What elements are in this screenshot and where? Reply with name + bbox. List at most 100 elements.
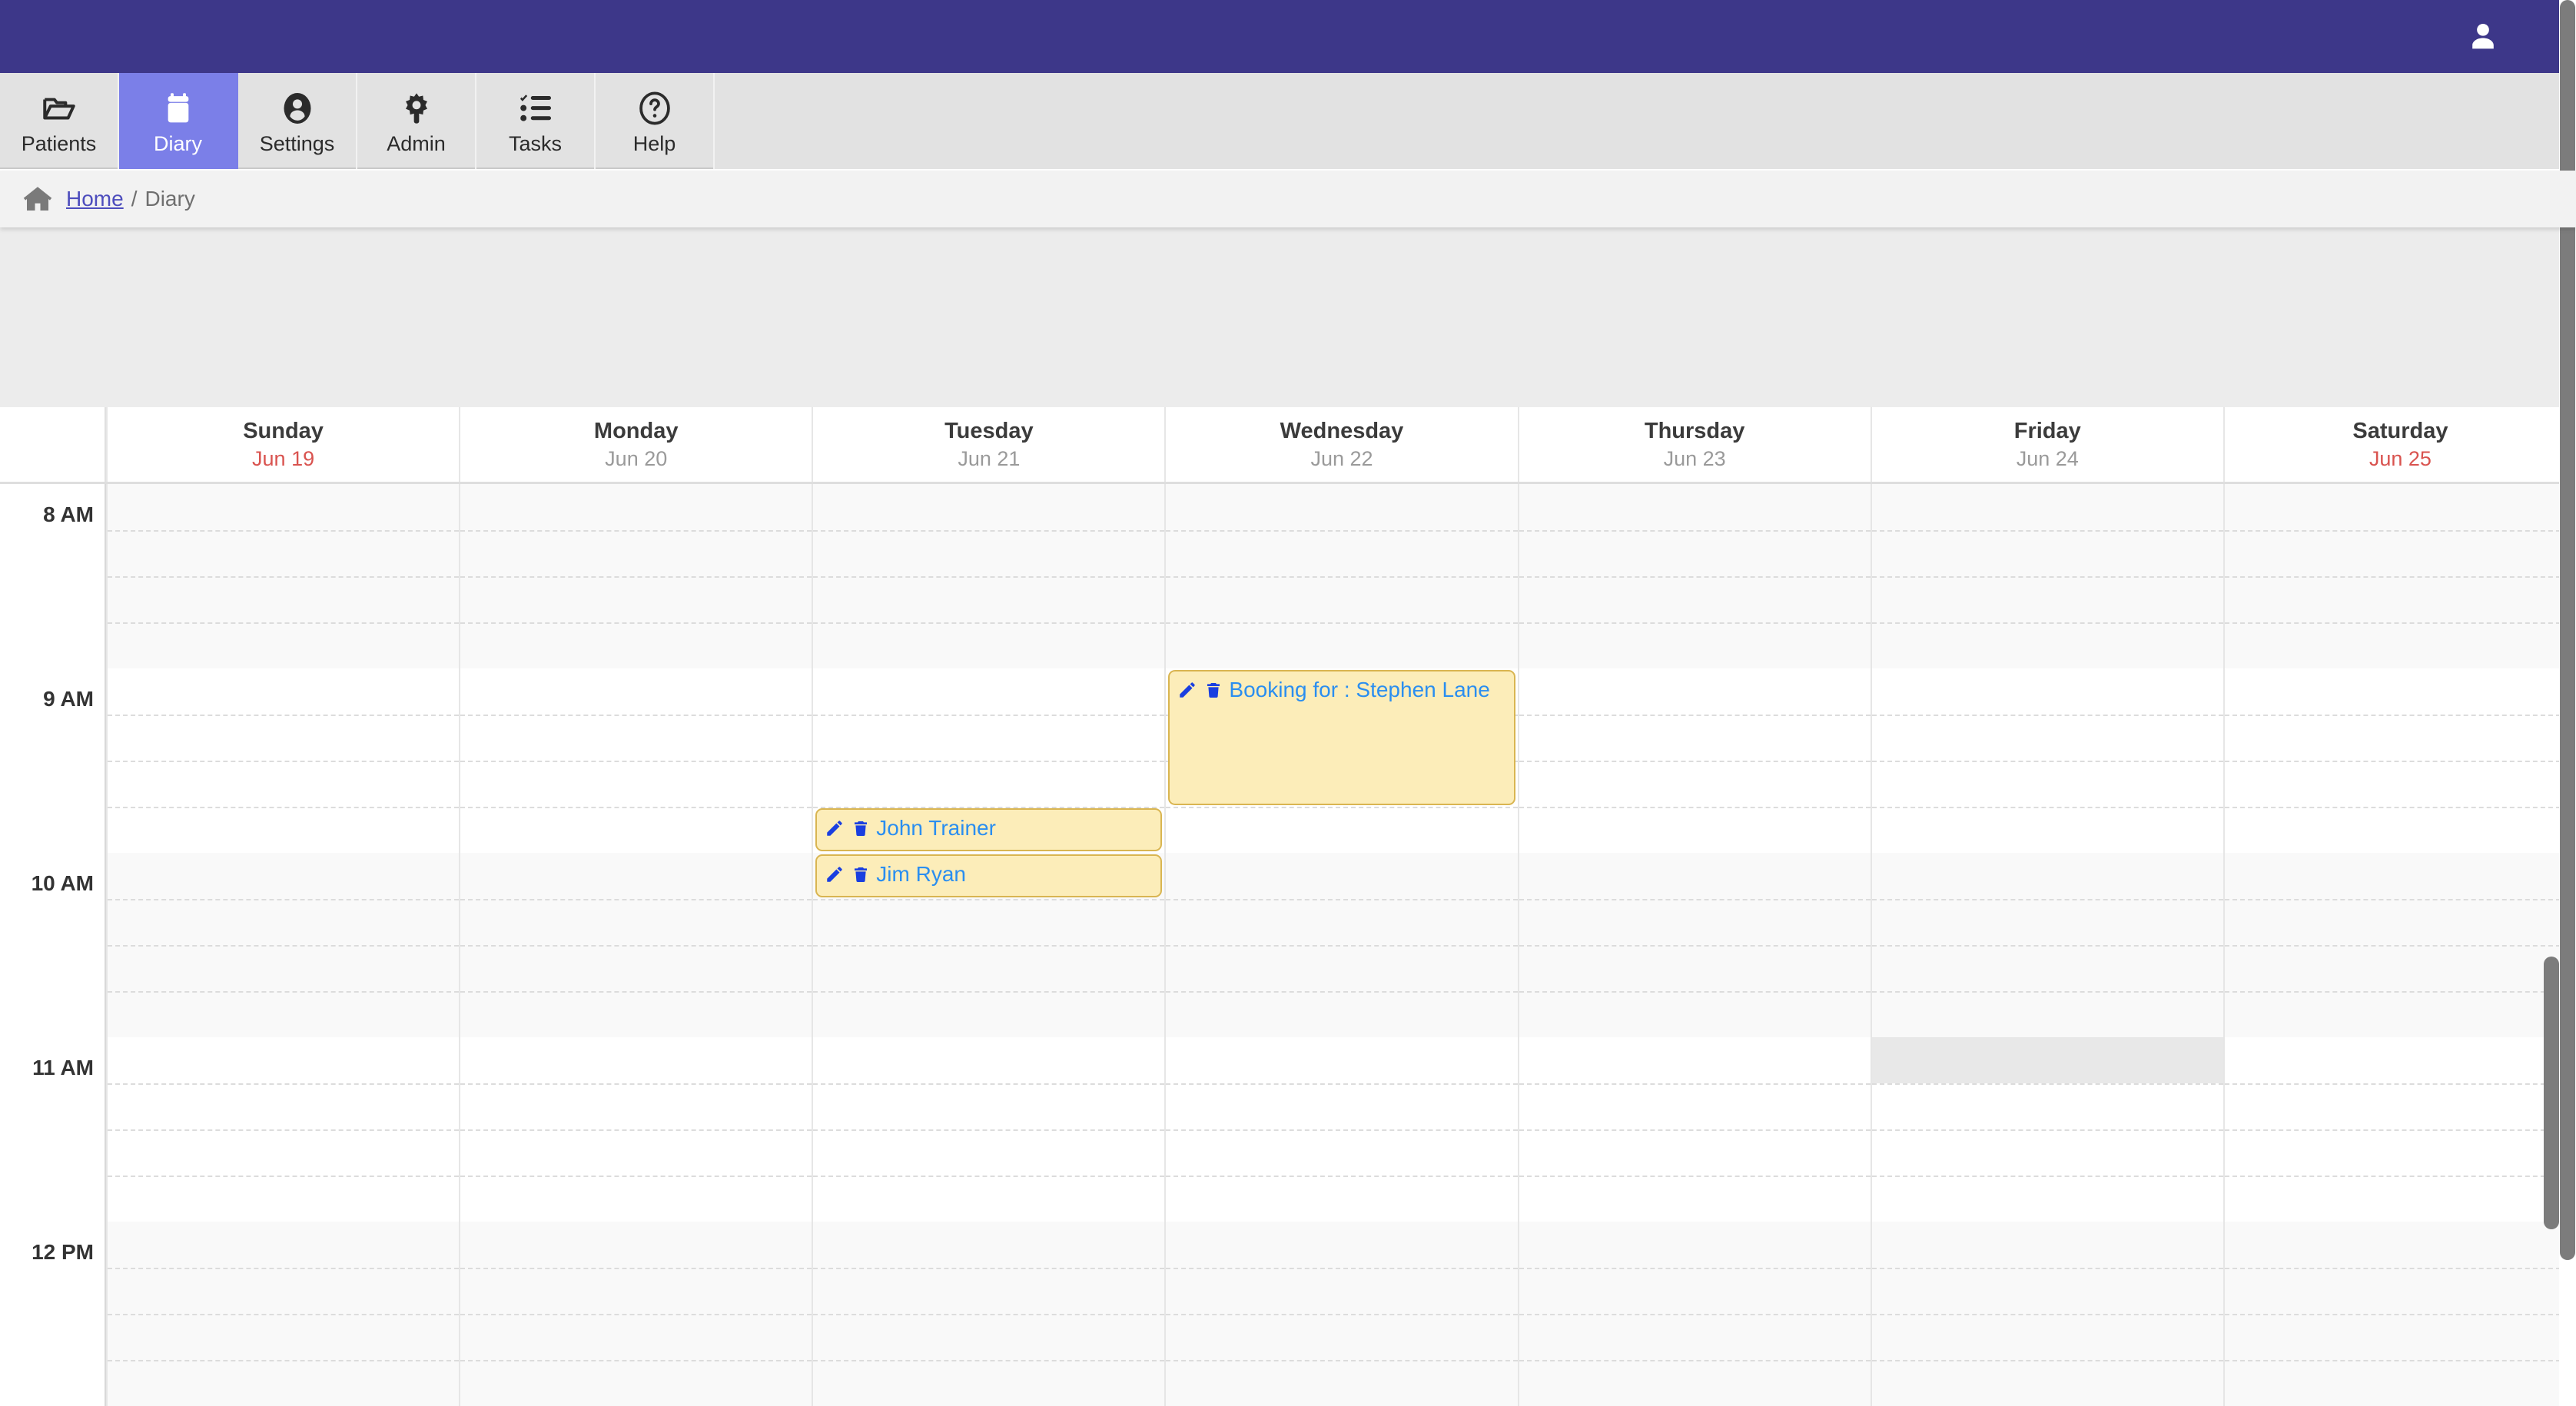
- hour-band[interactable]: [1871, 484, 2223, 668]
- hour-band[interactable]: [2224, 853, 2576, 1037]
- slot-divider: [460, 622, 812, 624]
- hour-band[interactable]: [1519, 484, 1871, 668]
- hour-band[interactable]: [460, 668, 812, 853]
- day-column-thursday[interactable]: [1517, 484, 1871, 1406]
- hour-band[interactable]: [108, 1222, 460, 1406]
- slot-divider: [1519, 807, 1871, 808]
- slot-divider: [1519, 1314, 1871, 1315]
- slot-divider: [1166, 1314, 1518, 1315]
- day-header-thursday[interactable]: Thursday Jun 23: [1517, 407, 1871, 482]
- hour-band[interactable]: [1166, 484, 1518, 668]
- hour-band[interactable]: [2224, 1037, 2576, 1222]
- nav-item-tasks[interactable]: Tasks: [476, 73, 596, 169]
- hour-band[interactable]: [813, 484, 1165, 668]
- day-column-saturday[interactable]: [2222, 484, 2576, 1406]
- slot-divider: [108, 1176, 460, 1177]
- slot-divider: [1519, 1129, 1871, 1131]
- nav-item-diary[interactable]: Diary: [119, 73, 238, 169]
- day-header-sunday[interactable]: Sunday Jun 19: [106, 407, 459, 482]
- calendar-event[interactable]: Booking for : Stephen Lane: [1168, 670, 1515, 805]
- pencil-icon[interactable]: [825, 818, 845, 838]
- slot-divider: [1871, 576, 2223, 578]
- slot-divider: [1166, 1129, 1518, 1131]
- trash-icon[interactable]: [1204, 680, 1223, 700]
- breadcrumb-home-link[interactable]: Home: [66, 187, 124, 211]
- hour-band[interactable]: [460, 853, 812, 1037]
- time-gutter-header: [0, 407, 106, 482]
- slot-divider: [813, 715, 1165, 716]
- day-header-tuesday[interactable]: Tuesday Jun 21: [812, 407, 1164, 482]
- slot-divider: [2224, 715, 2576, 716]
- calendar-scroll-body[interactable]: 8 AM 9 AM 10 AM 11 AM 12 PM John Trainer Jim …: [0, 484, 2576, 1406]
- highlighted-time-slot[interactable]: [1871, 1037, 2223, 1083]
- hour-band[interactable]: [1871, 1222, 2223, 1406]
- slot-divider: [813, 1176, 1165, 1177]
- day-date: Jun 22: [1310, 446, 1373, 470]
- day-header-saturday[interactable]: Saturday Jun 25: [2222, 407, 2576, 482]
- home-icon[interactable]: [22, 183, 54, 215]
- hour-band[interactable]: [2224, 484, 2576, 668]
- day-header-friday[interactable]: Friday Jun 24: [1870, 407, 2223, 482]
- slot-divider: [460, 945, 812, 947]
- hour-band[interactable]: [1519, 1037, 1871, 1222]
- nav-item-help[interactable]: Help: [596, 73, 715, 169]
- day-name: Thursday: [1644, 418, 1745, 443]
- day-column-monday[interactable]: [459, 484, 812, 1406]
- hour-band[interactable]: [108, 853, 460, 1037]
- hour-band[interactable]: [1519, 853, 1871, 1037]
- nav-item-settings[interactable]: Settings: [238, 73, 357, 169]
- hour-band[interactable]: [813, 1037, 1165, 1222]
- slot-divider: [2224, 991, 2576, 993]
- trash-icon[interactable]: [851, 818, 870, 838]
- gear-icon: [397, 88, 436, 129]
- event-actions: [825, 861, 870, 884]
- day-date: Jun 19: [252, 446, 315, 470]
- hour-band[interactable]: [460, 1222, 812, 1406]
- hour-band[interactable]: [2224, 668, 2576, 853]
- pencil-icon[interactable]: [1177, 680, 1197, 700]
- user-account-button[interactable]: [2456, 10, 2510, 64]
- hour-label: 9 AM: [43, 687, 94, 711]
- hour-band[interactable]: [1871, 853, 2223, 1037]
- slot-divider: [1166, 1268, 1518, 1269]
- hour-band[interactable]: [1519, 668, 1871, 853]
- slot-divider: [2224, 1360, 2576, 1361]
- hour-band[interactable]: [1166, 1222, 1518, 1406]
- hour-band[interactable]: [1519, 1222, 1871, 1406]
- event-title: Jim Ryan: [876, 862, 966, 886]
- nav-label-help: Help: [632, 132, 676, 155]
- calendar-event[interactable]: Jim Ryan: [815, 854, 1163, 897]
- nav-item-admin[interactable]: Admin: [357, 73, 476, 169]
- calendar-event[interactable]: John Trainer: [815, 808, 1163, 851]
- hour-band[interactable]: [813, 1222, 1165, 1406]
- hour-band[interactable]: [1166, 1037, 1518, 1222]
- calendar-vertical-scrollbar[interactable]: [2544, 957, 2559, 1229]
- pencil-icon[interactable]: [825, 864, 845, 884]
- hour-band[interactable]: [460, 484, 812, 668]
- slot-divider: [813, 945, 1165, 947]
- hour-band[interactable]: [1166, 853, 1518, 1037]
- trash-icon[interactable]: [851, 864, 870, 884]
- day-column-wednesday[interactable]: Booking for : Stephen Lane: [1164, 484, 1518, 1406]
- hour-band[interactable]: [108, 1037, 460, 1222]
- day-column-friday[interactable]: [1870, 484, 2223, 1406]
- hour-band[interactable]: [1871, 668, 2223, 853]
- slot-divider: [1519, 899, 1871, 900]
- day-column-tuesday[interactable]: John Trainer Jim Ryan: [812, 484, 1165, 1406]
- event-title: John Trainer: [876, 816, 996, 840]
- day-column-sunday[interactable]: [106, 484, 460, 1406]
- nav-item-patients[interactable]: Patients: [0, 73, 119, 169]
- nav-label-diary: Diary: [153, 132, 202, 155]
- day-header-monday[interactable]: Monday Jun 20: [459, 407, 812, 482]
- slot-divider: [1519, 576, 1871, 578]
- slot-divider: [1519, 945, 1871, 947]
- hour-band[interactable]: [460, 1037, 812, 1222]
- hour-band[interactable]: [108, 484, 460, 668]
- hour-band[interactable]: [108, 668, 460, 853]
- event-title: Booking for : Stephen Lane: [1229, 678, 1490, 701]
- slot-divider: [1871, 991, 2223, 993]
- day-header-wednesday[interactable]: Wednesday Jun 22: [1164, 407, 1517, 482]
- hour-band[interactable]: [2224, 1222, 2576, 1406]
- slot-divider: [813, 1360, 1165, 1361]
- slot-divider: [2224, 1083, 2576, 1085]
